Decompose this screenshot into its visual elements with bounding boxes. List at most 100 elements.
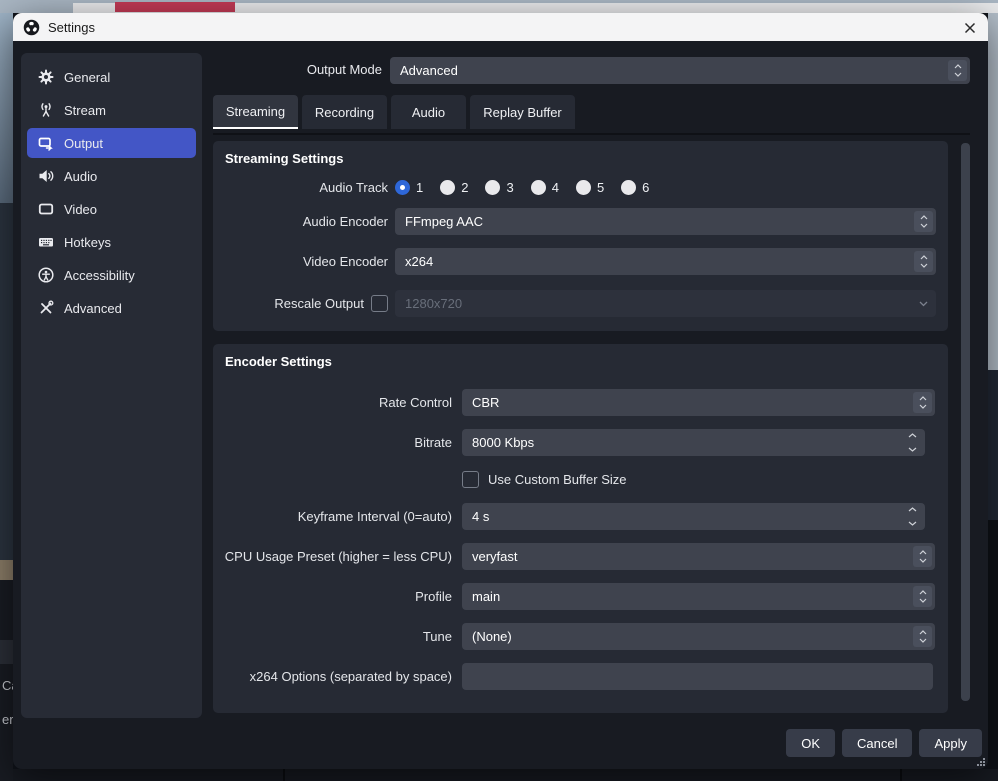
dropdown-spinner[interactable] [913, 392, 932, 413]
tab-streaming[interactable]: Streaming [213, 95, 298, 129]
bitrate-row: Bitrate 8000 Kbps [225, 429, 936, 456]
chevron-down-icon [919, 598, 927, 603]
dropdown-arrow [916, 294, 930, 313]
chevron-up-icon [954, 64, 962, 69]
resize-grip[interactable] [976, 757, 985, 766]
tab-replay-buffer[interactable]: Replay Buffer [470, 95, 575, 129]
radio-button[interactable] [395, 180, 410, 195]
radio-label: 4 [552, 180, 559, 195]
video-encoder-select[interactable]: x264 [395, 248, 936, 275]
cpu-preset-select[interactable]: veryfast [462, 543, 935, 570]
tab-audio[interactable]: Audio [391, 95, 466, 129]
rate-control-row: Rate Control CBR [225, 389, 936, 416]
audio-encoder-select[interactable]: FFmpeg AAC [395, 208, 936, 235]
bitrate-value: 8000 Kbps [472, 435, 534, 450]
chevron-down-icon [920, 223, 928, 228]
settings-sidebar: General Stream [21, 53, 202, 718]
audio-track-row: Audio Track 1 2 3 [225, 180, 936, 195]
streaming-settings-group: Streaming Settings Audio Track 1 2 3 [213, 141, 948, 331]
sidebar-item-output[interactable]: Output [27, 128, 196, 158]
audio-track-radio-group: 1 2 3 4 5 [395, 180, 649, 195]
chevron-up-icon [919, 590, 927, 595]
radio-button[interactable] [485, 180, 500, 195]
rescale-output-label-text: Rescale Output [274, 296, 364, 311]
close-icon [964, 22, 976, 34]
audio-track-label: Audio Track [225, 180, 388, 195]
x264-options-input[interactable] [462, 663, 933, 690]
background-right-strip [988, 13, 998, 781]
audio-track-option-1: 1 [395, 180, 423, 195]
radio-button[interactable] [440, 180, 455, 195]
sidebar-item-label: Output [64, 136, 103, 151]
rescale-resolution-value: 1280x720 [405, 296, 462, 311]
background-left-strip: Ca er [0, 13, 13, 781]
dropdown-spinner[interactable] [913, 586, 932, 607]
chevron-up-icon [920, 215, 928, 220]
dialog-title: Settings [48, 20, 95, 35]
keyframe-interval-spinbox[interactable]: 4 s [462, 503, 925, 530]
chevron-down-icon [919, 558, 927, 563]
radio-button[interactable] [621, 180, 636, 195]
bitrate-spinbox[interactable]: 8000 Kbps [462, 429, 925, 456]
sidebar-item-video[interactable]: Video [27, 194, 196, 224]
dropdown-spinner[interactable] [913, 546, 932, 567]
radio-button[interactable] [531, 180, 546, 195]
chevron-up-icon [908, 433, 917, 438]
rescale-resolution-select[interactable]: 1280x720 [395, 290, 936, 317]
tab-recording[interactable]: Recording [302, 95, 387, 129]
cancel-button[interactable]: Cancel [842, 729, 912, 757]
tab-label: Audio [412, 105, 445, 120]
audio-track-option-4: 4 [531, 180, 559, 195]
dropdown-spinner[interactable] [913, 626, 932, 647]
profile-select[interactable]: main [462, 583, 935, 610]
tune-value: (None) [472, 629, 512, 644]
radio-button[interactable] [576, 180, 591, 195]
radio-label: 2 [461, 180, 468, 195]
chevron-down-icon [920, 263, 928, 268]
video-encoder-label: Video Encoder [225, 254, 388, 269]
apply-button[interactable]: Apply [919, 729, 982, 757]
dialog-footer: OK Cancel Apply [786, 729, 982, 757]
output-mode-select[interactable]: Advanced [390, 57, 970, 84]
audio-track-option-6: 6 [621, 180, 649, 195]
content-scrollbar [961, 143, 970, 703]
radio-label: 1 [416, 180, 423, 195]
dropdown-spinner[interactable] [948, 60, 967, 81]
video-encoder-row: Video Encoder x264 [225, 248, 936, 275]
scrollbar-thumb[interactable] [961, 143, 970, 701]
speaker-icon [38, 168, 54, 184]
video-encoder-value: x264 [405, 254, 433, 269]
close-button[interactable] [962, 20, 978, 35]
cpu-preset-row: CPU Usage Preset (higher = less CPU) ver… [225, 543, 936, 570]
tab-label: Streaming [226, 104, 285, 119]
rate-control-value: CBR [472, 395, 499, 410]
tune-select[interactable]: (None) [462, 623, 935, 650]
custom-buffer-checkbox[interactable] [462, 471, 479, 488]
chevron-down-icon [919, 301, 928, 307]
sidebar-item-advanced[interactable]: Advanced [27, 293, 196, 323]
background-panel-edge [0, 640, 13, 664]
dropdown-spinner[interactable] [914, 251, 933, 272]
rescale-output-checkbox[interactable] [371, 295, 388, 312]
chevron-down-icon [908, 447, 917, 452]
dropdown-spinner[interactable] [914, 211, 933, 232]
ok-button[interactable]: OK [786, 729, 835, 757]
spinbox-arrows[interactable] [905, 507, 919, 526]
background-red-tab [115, 2, 235, 12]
encoder-settings-group: Encoder Settings Rate Control CBR Bitrat… [213, 344, 948, 713]
output-mode-value: Advanced [400, 63, 458, 78]
background-divider [283, 769, 285, 781]
sidebar-item-hotkeys[interactable]: Hotkeys [27, 227, 196, 257]
radio-label: 6 [642, 180, 649, 195]
sidebar-item-label: Advanced [64, 301, 122, 316]
rate-control-select[interactable]: CBR [462, 389, 935, 416]
chevron-down-icon [919, 404, 927, 409]
spinbox-arrows[interactable] [905, 433, 919, 452]
keyframe-interval-row: Keyframe Interval (0=auto) 4 s [225, 503, 936, 530]
custom-buffer-row: Use Custom Buffer Size [462, 471, 936, 488]
audio-encoder-label: Audio Encoder [225, 214, 388, 229]
obs-logo-icon [23, 19, 40, 36]
sidebar-item-audio[interactable]: Audio [27, 161, 196, 191]
sidebar-item-accessibility[interactable]: Accessibility [27, 260, 196, 290]
sidebar-item-stream[interactable]: Stream [27, 95, 196, 125]
